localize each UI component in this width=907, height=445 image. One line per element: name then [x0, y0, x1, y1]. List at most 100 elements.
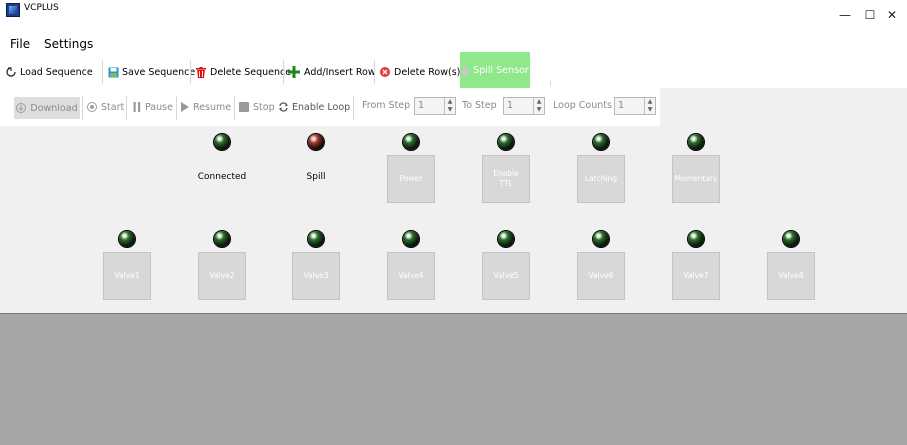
pause-label: Pause: [145, 101, 173, 113]
sequence-grid-panel[interactable]: [0, 313, 907, 445]
valve4-label: Valve4: [398, 271, 424, 280]
valve4-led-icon: [403, 231, 419, 247]
save-sequence-button[interactable]: Save Sequence: [108, 63, 195, 81]
plus-icon: [288, 66, 300, 78]
app-icon: [6, 3, 20, 17]
enable-ttl-label-line1: Enable: [493, 169, 519, 178]
spill-sensor-label: Spill Sensor: [473, 64, 529, 76]
valve4-button[interactable]: Valve4: [387, 252, 435, 300]
valve7-led-icon: [688, 231, 704, 247]
sequence-toolbar: Load Sequence Save Sequence Delete Seque…: [0, 54, 907, 88]
enable-loop-label: Enable Loop: [292, 101, 351, 113]
valve3-button[interactable]: Valve3: [292, 252, 340, 300]
add-insert-row-label: Add/Insert Row: [304, 66, 376, 78]
delete-sequence-button[interactable]: Delete Sequence: [196, 63, 291, 81]
valve7-button[interactable]: Valve7: [672, 252, 720, 300]
valve8-led-icon: [783, 231, 799, 247]
loop-icon: [278, 102, 288, 112]
valve6-led-icon: [593, 231, 609, 247]
from-step-stepper[interactable]: 1 ▲ ▼: [414, 97, 456, 115]
valve2-led-icon: [214, 231, 230, 247]
toolbar-separator: [283, 60, 284, 84]
valve3-label: Valve3: [303, 271, 329, 280]
stepper-arrows-icon[interactable]: ▲ ▼: [533, 98, 544, 114]
power-led-icon: [403, 134, 419, 150]
delete-rows-label: Delete Row(s): [394, 66, 461, 78]
to-step-stepper[interactable]: 1 ▲ ▼: [503, 97, 545, 115]
stepper-arrows-icon[interactable]: ▲ ▼: [444, 98, 455, 114]
stop-icon: [239, 102, 249, 112]
valve5-led-icon: [498, 231, 514, 247]
valve8-button[interactable]: Valve8: [767, 252, 815, 300]
menu-settings[interactable]: Settings: [44, 37, 93, 51]
enable-ttl-led-icon: [498, 134, 514, 150]
momentary-label: Momentary: [674, 174, 718, 183]
toolbar-separator: [374, 60, 375, 84]
save-sequence-label: Save Sequence: [122, 66, 196, 78]
valve3-led-icon: [308, 231, 324, 247]
delete-sequence-label: Delete Sequence: [210, 66, 292, 78]
enable-loop-button[interactable]: Enable Loop: [278, 100, 350, 114]
download-label: Download: [30, 102, 78, 114]
load-icon: [6, 67, 16, 77]
from-step-label: From Step: [362, 100, 411, 111]
toolbar-separator: [234, 96, 235, 120]
stop-button[interactable]: Stop: [239, 100, 275, 114]
droplet-icon: [461, 65, 470, 75]
download-icon: [16, 103, 27, 113]
spill-led-icon: [308, 134, 324, 150]
stop-label: Stop: [253, 101, 275, 113]
latching-led-icon: [593, 134, 609, 150]
power-button[interactable]: Power: [387, 155, 435, 203]
toolbar-separator: [176, 96, 177, 120]
title-bar: VCPLUS — ☐ ✕: [0, 0, 907, 34]
valve6-label: Valve6: [588, 271, 614, 280]
valve7-label: Valve7: [683, 271, 709, 280]
toolbar-separator: [126, 96, 127, 120]
valve6-button[interactable]: Valve6: [577, 252, 625, 300]
loop-counts-value: 1: [618, 100, 625, 111]
power-label: Power: [399, 174, 423, 183]
play-icon: [181, 102, 189, 112]
loop-counts-label: Loop Counts: [553, 100, 612, 111]
toolbar-separator: [550, 80, 551, 86]
valve8-label: Valve8: [778, 271, 804, 280]
load-sequence-label: Load Sequence: [20, 66, 93, 78]
connected-led-icon: [214, 134, 230, 150]
download-button[interactable]: Download: [14, 97, 80, 119]
toolbar-separator: [102, 60, 103, 84]
enable-ttl-button[interactable]: Enable TTL: [482, 155, 530, 203]
momentary-button[interactable]: Momentary: [672, 155, 720, 203]
delete-row-icon: [380, 67, 390, 77]
start-label: Start: [101, 101, 125, 113]
save-icon: [108, 67, 119, 78]
spill-sensor-button[interactable]: Spill Sensor: [460, 52, 530, 88]
valve5-label: Valve5: [493, 271, 519, 280]
loop-counts-stepper[interactable]: 1 ▲ ▼: [614, 97, 656, 115]
delete-rows-button[interactable]: Delete Row(s): [380, 63, 460, 81]
stepper-arrows-icon[interactable]: ▲ ▼: [644, 98, 655, 114]
valve5-button[interactable]: Valve5: [482, 252, 530, 300]
to-step-value: 1: [507, 100, 514, 111]
resume-button[interactable]: Resume: [181, 100, 231, 114]
valve1-button[interactable]: Valve1: [103, 252, 151, 300]
from-step-value: 1: [418, 100, 425, 111]
resume-label: Resume: [193, 101, 232, 113]
load-sequence-button[interactable]: Load Sequence: [6, 63, 93, 81]
window-title: VCPLUS: [24, 3, 59, 13]
spill-label: Spill: [306, 172, 326, 182]
valve2-button[interactable]: Valve2: [198, 252, 246, 300]
pause-icon: [133, 102, 141, 112]
momentary-led-icon: [688, 134, 704, 150]
pause-button[interactable]: Pause: [133, 100, 173, 114]
menu-file[interactable]: File: [10, 37, 30, 51]
to-step-label: To Step: [462, 100, 497, 111]
close-icon[interactable]: ✕: [877, 6, 907, 24]
valve2-label: Valve2: [209, 271, 235, 280]
valve1-led-icon: [119, 231, 135, 247]
trash-icon: [196, 67, 206, 78]
connected-label: Connected: [197, 172, 247, 182]
latching-button[interactable]: Latching: [577, 155, 625, 203]
start-button[interactable]: Start: [87, 100, 124, 114]
add-insert-row-button[interactable]: Add/Insert Row: [288, 63, 376, 81]
